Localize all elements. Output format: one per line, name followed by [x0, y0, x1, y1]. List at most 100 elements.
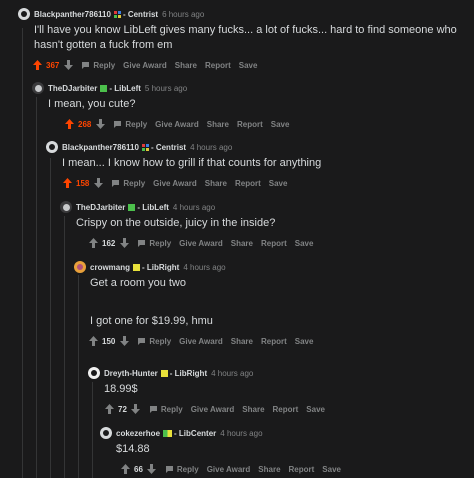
thread-line[interactable] — [36, 97, 37, 478]
reply-button[interactable]: Reply — [113, 120, 147, 129]
comment-header: TheDJarbiter - LibLeft 4 hours ago — [60, 200, 474, 214]
give-award-button[interactable]: Give Award — [153, 179, 197, 188]
libleft-flair-icon — [100, 84, 108, 92]
downvote-arrow-icon[interactable] — [119, 237, 129, 249]
downvote-arrow-icon[interactable] — [131, 403, 141, 415]
username[interactable]: Blackpanther786110 — [34, 10, 111, 19]
share-button[interactable]: Share — [207, 120, 229, 129]
save-button[interactable]: Save — [295, 239, 314, 248]
save-button[interactable]: Save — [322, 465, 341, 474]
libleft-flair-icon — [128, 203, 136, 211]
give-award-button[interactable]: Give Award — [207, 465, 251, 474]
thread-line[interactable] — [50, 158, 51, 478]
report-button[interactable]: Report — [235, 179, 261, 188]
reply-bubble-icon — [114, 121, 122, 128]
reply-button[interactable]: Reply — [165, 465, 199, 474]
save-button[interactable]: Save — [306, 405, 325, 414]
comment-body: Get a room you two — [90, 277, 186, 289]
libcenter-flair-icon — [163, 429, 173, 437]
report-button[interactable]: Report — [237, 120, 263, 129]
upvote-arrow-icon[interactable] — [88, 237, 98, 249]
give-award-button[interactable]: Give Award — [179, 239, 223, 248]
comment-actions: 150 Reply Give Award Share Report Save — [88, 333, 474, 349]
downvote-arrow-icon[interactable] — [93, 177, 103, 189]
save-button[interactable]: Save — [269, 179, 288, 188]
username[interactable]: crowmang — [90, 263, 130, 272]
timestamp[interactable]: 4 hours ago — [190, 143, 232, 152]
comment-header: crowmang - LibRight 4 hours ago — [74, 260, 474, 274]
upvote-arrow-icon[interactable] — [120, 463, 130, 475]
give-award-button[interactable]: Give Award — [191, 405, 235, 414]
reply-bubble-icon — [138, 338, 146, 345]
reply-button[interactable]: Reply — [137, 239, 171, 248]
username[interactable]: Dreyth-Hunter — [104, 369, 158, 378]
upvote-arrow-icon[interactable] — [32, 59, 42, 71]
report-button[interactable]: Report — [261, 337, 287, 346]
timestamp[interactable]: 4 hours ago — [173, 203, 215, 212]
comment-actions: 162 Reply Give Award Share Report Save — [88, 235, 474, 251]
snoo-avatar-icon[interactable] — [46, 141, 58, 153]
report-button[interactable]: Report — [289, 465, 315, 474]
vote-score: 158 — [76, 178, 90, 188]
username[interactable]: Blackpanther786110 — [62, 143, 139, 152]
report-button[interactable]: Report — [273, 405, 299, 414]
user-flair: - LibLeft — [137, 202, 169, 212]
reply-button[interactable]: Reply — [149, 405, 183, 414]
timestamp[interactable]: 4 hours ago — [220, 429, 262, 438]
username[interactable]: cokezerhoe — [116, 429, 160, 438]
username[interactable]: TheDJarbiter — [48, 84, 97, 93]
share-button[interactable]: Share — [258, 465, 280, 474]
snoo-avatar-icon[interactable] — [18, 8, 30, 20]
comment: Dreyth-Hunter - LibRight 4 hours ago 18.… — [88, 366, 474, 417]
thread-line[interactable] — [64, 216, 65, 478]
reply-bubble-icon — [112, 180, 120, 187]
username[interactable]: TheDJarbiter — [76, 203, 125, 212]
user-flair: - LibRight — [142, 262, 180, 272]
user-avatar-icon[interactable] — [88, 367, 100, 379]
upvote-arrow-icon[interactable] — [104, 403, 114, 415]
user-flair: - Centrist — [150, 142, 187, 152]
share-button[interactable]: Share — [242, 405, 264, 414]
give-award-button[interactable]: Give Award — [123, 61, 167, 70]
share-button[interactable]: Share — [175, 61, 197, 70]
user-avatar-icon[interactable] — [60, 201, 72, 213]
give-award-button[interactable]: Give Award — [155, 120, 199, 129]
reply-bubble-icon — [138, 240, 146, 247]
share-button[interactable]: Share — [231, 239, 253, 248]
comment-actions: 66 Reply Give Award Share Report Save — [120, 461, 474, 477]
timestamp[interactable]: 4 hours ago — [211, 369, 253, 378]
save-button[interactable]: Save — [271, 120, 290, 129]
report-button[interactable]: Report — [261, 239, 287, 248]
save-button[interactable]: Save — [239, 61, 258, 70]
reply-button[interactable]: Reply — [137, 337, 171, 346]
give-award-button[interactable]: Give Award — [179, 337, 223, 346]
vote-controls: 150 — [88, 335, 129, 347]
snoo-avatar-icon[interactable] — [100, 427, 112, 439]
comment: crowmang - LibRight 4 hours ago Get a ro… — [74, 260, 474, 349]
save-button[interactable]: Save — [295, 337, 314, 346]
comment-header: cokezerhoe - LibCenter 4 hours ago — [100, 426, 474, 440]
share-button[interactable]: Share — [231, 337, 253, 346]
upvote-arrow-icon[interactable] — [88, 335, 98, 347]
upvote-arrow-icon[interactable] — [64, 118, 74, 130]
reply-button[interactable]: Reply — [81, 61, 115, 70]
vote-score: 72 — [118, 404, 127, 414]
thread-line[interactable] — [22, 28, 23, 478]
user-avatar-icon[interactable] — [74, 261, 86, 273]
reply-button[interactable]: Reply — [111, 179, 145, 188]
report-button[interactable]: Report — [205, 61, 231, 70]
vote-score: 162 — [102, 238, 116, 248]
downvote-arrow-icon[interactable] — [147, 463, 157, 475]
vote-controls: 66 — [120, 463, 157, 475]
share-button[interactable]: Share — [205, 179, 227, 188]
upvote-arrow-icon[interactable] — [62, 177, 72, 189]
timestamp[interactable]: 4 hours ago — [183, 263, 225, 272]
downvote-arrow-icon[interactable] — [95, 118, 105, 130]
timestamp[interactable]: 5 hours ago — [145, 84, 187, 93]
libright-flair-icon — [160, 369, 168, 377]
timestamp[interactable]: 6 hours ago — [162, 10, 204, 19]
downvote-arrow-icon[interactable] — [63, 59, 73, 71]
user-avatar-icon[interactable] — [32, 82, 44, 94]
comment-actions: 158 Reply Give Award Share Report Save — [62, 175, 474, 191]
downvote-arrow-icon[interactable] — [119, 335, 129, 347]
